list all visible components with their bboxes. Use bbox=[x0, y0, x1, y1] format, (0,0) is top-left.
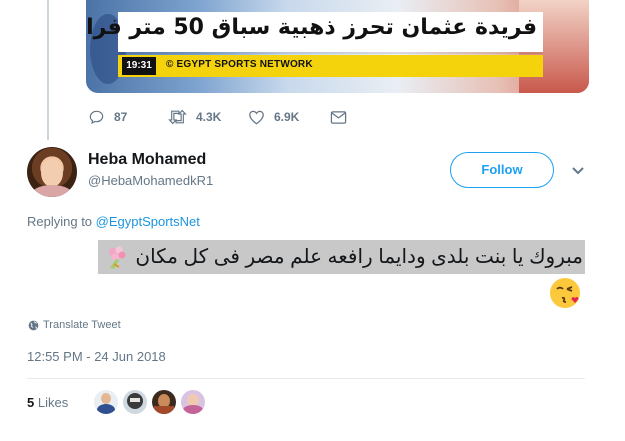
tweet-actions: 87 4.3K 6.9K bbox=[88, 108, 347, 126]
like-count: 6.9K bbox=[274, 110, 300, 124]
liker-avatar[interactable] bbox=[94, 390, 118, 414]
replying-to: Replying to @EgyptSportsNet bbox=[27, 214, 200, 229]
tweet-text-line: مبروك يا بنت بلدى ودايما رافعه علم مصر ف… bbox=[97, 240, 585, 274]
globe-icon bbox=[28, 320, 39, 330]
kiss-emoji bbox=[550, 278, 580, 308]
follow-button[interactable]: Follow bbox=[450, 152, 554, 188]
divider bbox=[27, 378, 585, 379]
replying-to-link[interactable]: @EgyptSportsNet bbox=[96, 214, 200, 229]
retweet-icon bbox=[168, 109, 187, 125]
liker-avatar[interactable] bbox=[152, 390, 176, 414]
liker-avatar[interactable] bbox=[123, 390, 147, 414]
thread-line bbox=[47, 0, 49, 140]
media-video-time: 19:31 bbox=[122, 57, 156, 75]
reply-icon bbox=[89, 110, 104, 125]
timestamp[interactable]: 12:55 PM - 24 Jun 2018 bbox=[27, 349, 166, 364]
direct-message-action[interactable] bbox=[330, 110, 347, 125]
avatar-shoulders bbox=[31, 185, 73, 197]
message-icon bbox=[330, 110, 347, 124]
liker-avatars bbox=[94, 390, 210, 414]
translate-label: Translate Tweet bbox=[43, 319, 121, 331]
heart-icon bbox=[249, 110, 264, 125]
retweet-action[interactable]: 4.3K bbox=[168, 109, 248, 125]
reply-count: 87 bbox=[114, 110, 128, 124]
liker-avatar[interactable] bbox=[181, 390, 205, 414]
tweet-text-content: مبروك يا بنت بلدى ودايما رافعه علم مصر ف… bbox=[135, 246, 583, 268]
tweet-text: مبروك يا بنت بلدى ودايما رافعه علم مصر ف… bbox=[45, 240, 585, 274]
tweet-media[interactable]: فريدة عثمان تحرز ذهبية سباق 50 متر فراشة… bbox=[86, 0, 589, 93]
chevron-down-icon[interactable] bbox=[571, 166, 585, 176]
reply-action[interactable]: 87 bbox=[88, 109, 168, 125]
replying-prefix: Replying to bbox=[27, 214, 96, 229]
likes-stat[interactable]: 5 Likes bbox=[27, 395, 68, 410]
translate-tweet[interactable]: Translate Tweet bbox=[28, 319, 121, 331]
like-action[interactable]: 6.9K bbox=[248, 109, 330, 125]
likes-label: Likes bbox=[34, 395, 69, 410]
display-name[interactable]: Heba Mohamed bbox=[88, 151, 206, 169]
bouquet-emoji bbox=[108, 246, 126, 269]
screen-name[interactable]: @HebaMohamedkR1 bbox=[88, 173, 213, 188]
media-network-label: © EGYPT SPORTS NETWORK bbox=[166, 59, 313, 70]
retweet-count: 4.3K bbox=[196, 110, 222, 124]
avatar-face bbox=[41, 159, 63, 187]
avatar[interactable] bbox=[27, 147, 77, 197]
media-headline: فريدة عثمان تحرز ذهبية سباق 50 متر فراشة bbox=[86, 15, 537, 40]
